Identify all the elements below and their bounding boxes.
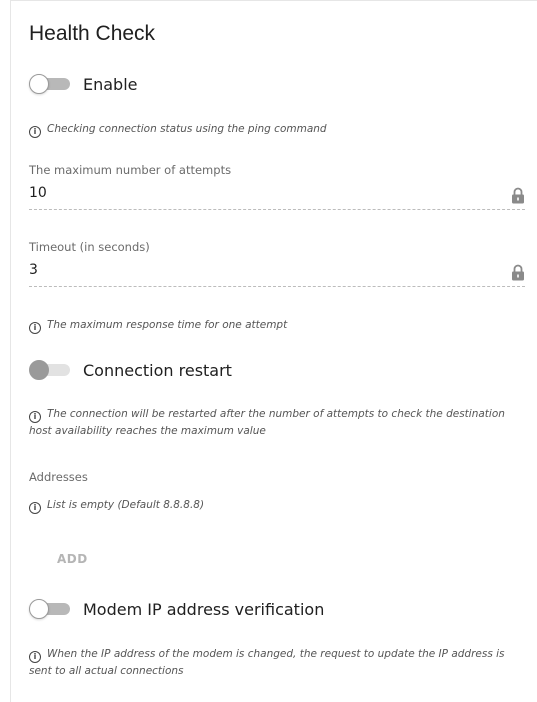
modem-ip-label: Modem IP address verification (83, 599, 325, 619)
add-address-button[interactable]: ADD (57, 552, 88, 566)
modem-ip-hint: i When the IP address of the modem is cha… (29, 646, 525, 680)
toggle-knob[interactable] (29, 74, 49, 94)
timeout-field[interactable]: Timeout (in seconds) 3 (29, 240, 525, 290)
enable-hint-text: Checking connection status using the pin… (47, 123, 327, 135)
toggle-knob[interactable] (29, 599, 49, 619)
timeout-hint: i The maximum response time for one attem… (29, 317, 525, 334)
timeout-value[interactable]: 3 (29, 262, 38, 278)
addresses-empty-hint-text: List is empty (Default 8.8.8.8) (47, 499, 205, 511)
enable-hint: i Checking connection status using the pi… (29, 121, 525, 138)
modem-ip-toggle-row[interactable]: Modem IP address verification (29, 597, 324, 621)
timeout-label: Timeout (in seconds) (29, 240, 150, 254)
info-icon: i (29, 411, 41, 423)
modem-ip-hint-text: When the IP address of the modem is chan… (29, 648, 505, 677)
lock-icon (512, 264, 524, 281)
section-title: Health Check (29, 22, 156, 45)
connection-restart-toggle[interactable] (29, 360, 71, 380)
connection-restart-label: Connection restart (83, 360, 232, 380)
timeout-underline (29, 286, 525, 287)
connection-restart-hint-text: The connection will be restarted after t… (29, 408, 505, 437)
modem-ip-toggle[interactable] (29, 599, 71, 619)
enable-toggle-row[interactable]: Enable (29, 72, 138, 96)
connection-restart-toggle-row[interactable]: Connection restart (29, 358, 232, 382)
addresses-empty-hint: i List is empty (Default 8.8.8.8) (29, 497, 525, 514)
max-attempts-field[interactable]: The maximum number of attempts 10 (29, 163, 525, 213)
info-icon: i (29, 126, 41, 138)
toggle-knob[interactable] (29, 360, 49, 380)
max-attempts-underline (29, 209, 525, 210)
info-icon: i (29, 322, 41, 334)
timeout-hint-text: The maximum response time for one attemp… (47, 319, 288, 331)
addresses-label: Addresses (29, 470, 88, 484)
info-icon: i (29, 651, 41, 663)
connection-restart-hint: i The connection will be restarted after … (29, 406, 525, 440)
max-attempts-value[interactable]: 10 (29, 185, 47, 201)
enable-label: Enable (83, 74, 138, 94)
enable-toggle[interactable] (29, 74, 71, 94)
info-icon: i (29, 502, 41, 514)
max-attempts-label: The maximum number of attempts (29, 163, 232, 177)
lock-icon (512, 187, 524, 204)
